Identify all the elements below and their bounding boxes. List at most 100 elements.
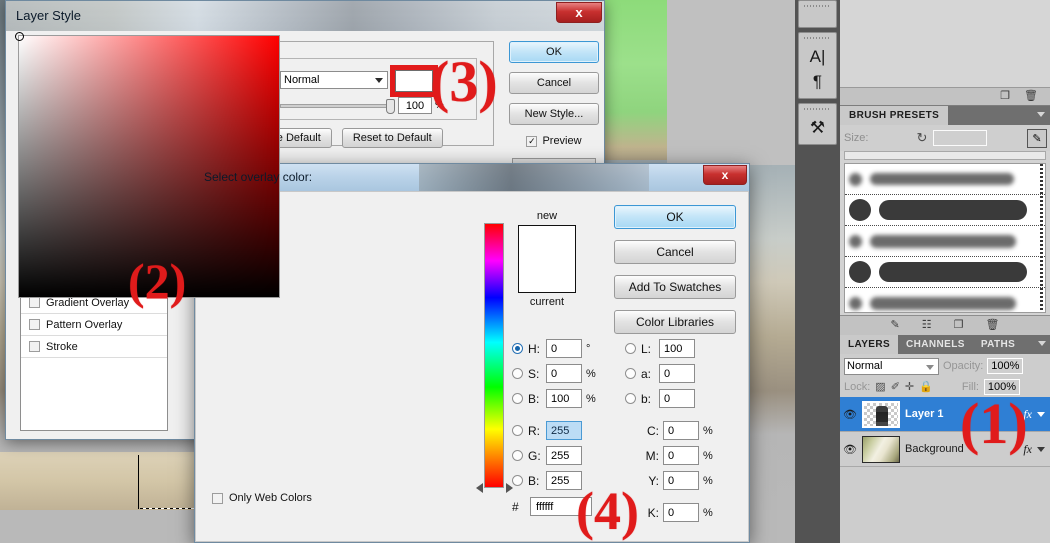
saturation-input[interactable]: 0 [546, 364, 582, 383]
eye-icon[interactable]: 👁 [843, 408, 857, 421]
layers-panel-menu-icon[interactable] [1038, 341, 1046, 346]
lab-a-input[interactable]: 0 [659, 364, 695, 383]
black-input[interactable]: 0 [663, 503, 699, 522]
refresh-icon[interactable]: ↻ [916, 130, 927, 146]
hue-slider[interactable] [484, 223, 504, 488]
add-to-swatches-button[interactable]: Add To Swatches [614, 275, 736, 299]
color-libraries-button[interactable]: Color Libraries [614, 310, 736, 334]
tab-paths[interactable]: PATHS [973, 335, 1023, 354]
radio-brightness[interactable] [512, 393, 523, 404]
layer-thumbnail-content [876, 405, 888, 426]
layer-style-titlebar[interactable]: Layer Style x [6, 1, 604, 31]
brush-presets-list[interactable] [844, 163, 1046, 313]
only-web-colors-row[interactable]: Only Web Colors [212, 492, 312, 504]
checkbox[interactable] [212, 492, 223, 504]
lock-all-icon[interactable]: 🔒 [919, 380, 933, 393]
lab-cmyk-fields: L: 100 a: 0 b: 0 C: 0 % M: 0 % Y: 0 % K:… [625, 336, 713, 525]
cyan-input[interactable]: 0 [663, 421, 699, 440]
opacity-slider-thumb[interactable] [386, 98, 395, 114]
layer-thumbnail[interactable] [862, 435, 900, 463]
rail-grip-icon [804, 36, 831, 41]
chevron-down-icon[interactable] [1037, 447, 1045, 452]
close-icon[interactable]: x [556, 2, 602, 23]
checkbox[interactable] [29, 341, 40, 352]
fx-icon[interactable]: fx [1023, 407, 1032, 422]
yellow-input[interactable]: 0 [663, 471, 699, 490]
color-preview-swatch[interactable] [518, 225, 576, 293]
green-input[interactable]: 255 [546, 446, 582, 465]
delete-brush-icon[interactable]: 🗑 [986, 320, 1000, 331]
tab-layers[interactable]: LAYERS [840, 335, 899, 354]
checkbox[interactable] [29, 319, 40, 330]
toggle-brush-icon[interactable]: ✎ [891, 320, 900, 331]
fx-icon[interactable]: fx [1023, 442, 1032, 457]
preview-row[interactable]: ✓ Preview [509, 135, 599, 147]
brush-list-scrollbar[interactable] [1040, 164, 1043, 312]
list-item[interactable] [845, 226, 1045, 257]
sidebar-item-pattern-overlay[interactable]: Pattern Overlay [21, 314, 167, 336]
list-item[interactable] [845, 257, 1045, 288]
tab-brush-presets[interactable]: BRUSH PRESETS [840, 106, 949, 125]
list-item[interactable] [845, 164, 1045, 195]
opacity-slider[interactable] [280, 98, 395, 114]
radio-lab-b[interactable] [625, 393, 636, 404]
checkbox[interactable] [29, 297, 40, 308]
brush-panel-menu-icon[interactable] [1037, 112, 1045, 117]
saturation-label: S: [528, 366, 540, 381]
tab-channels[interactable]: CHANNELS [898, 335, 973, 354]
list-item[interactable] [845, 288, 1045, 312]
red-input[interactable]: 255 [546, 421, 582, 440]
lock-transparency-icon[interactable]: ▨ [875, 380, 885, 393]
checkbox-checked[interactable]: ✓ [526, 135, 538, 147]
radio-lab-a[interactable] [625, 368, 636, 379]
new-style-button[interactable]: New Style... [509, 103, 599, 125]
table-row[interactable]: 👁 Background fx [840, 432, 1050, 467]
new-page-icon[interactable]: ❐ [1000, 91, 1010, 102]
radio-hue[interactable] [512, 343, 523, 354]
layer-fill-input[interactable]: 100% [983, 378, 1020, 395]
opacity-input[interactable]: 100 [398, 97, 432, 114]
hex-input[interactable]: ffffff [530, 497, 592, 516]
color-field-marker[interactable] [15, 32, 24, 41]
new-brush-icon[interactable]: ❐ [954, 320, 964, 331]
radio-green[interactable] [512, 450, 523, 461]
lock-image-icon[interactable]: ✐ [891, 380, 900, 393]
table-row[interactable]: 👁 Layer 1 fx [840, 397, 1050, 432]
eye-icon[interactable]: 👁 [843, 443, 857, 456]
blend-mode-select[interactable]: Normal [280, 71, 388, 89]
close-icon[interactable]: x [703, 165, 747, 185]
radio-red[interactable] [512, 425, 523, 436]
trash-icon[interactable]: 🗑 [1024, 91, 1038, 102]
radio-lightness[interactable] [625, 343, 636, 354]
hue-slider-bar[interactable] [484, 223, 504, 488]
layer-blend-mode-select[interactable]: Normal [844, 357, 939, 375]
tool-presets-icon[interactable]: ⚒ [799, 115, 836, 140]
list-item[interactable] [845, 195, 1045, 226]
brush-tool-icon[interactable]: ✎ [1027, 129, 1047, 148]
ok-button[interactable]: OK [614, 205, 736, 229]
paragraph-icon[interactable]: ¶ [799, 69, 836, 94]
cancel-button[interactable]: Cancel [509, 72, 599, 94]
overlay-color-swatch[interactable] [395, 70, 433, 92]
magenta-input[interactable]: 0 [663, 446, 699, 465]
layer-thumbnail[interactable] [862, 400, 900, 428]
character-icon[interactable]: A| [799, 44, 836, 69]
saturation-brightness-field[interactable] [15, 32, 280, 298]
ok-button[interactable]: OK [509, 41, 599, 63]
sidebar-item-stroke[interactable]: Stroke [21, 336, 167, 358]
lock-position-icon[interactable]: ✛ [905, 380, 914, 393]
radio-blue[interactable] [512, 475, 523, 486]
brightness-input[interactable]: 100 [546, 389, 582, 408]
reset-to-default-button[interactable]: Reset to Default [341, 128, 443, 148]
layer-opacity-input[interactable]: 100% [987, 358, 1024, 374]
radio-saturation[interactable] [512, 368, 523, 379]
chevron-down-icon[interactable] [1037, 412, 1045, 417]
lab-b-input[interactable]: 0 [659, 389, 695, 408]
lightness-input[interactable]: 100 [659, 339, 695, 358]
brush-size-input[interactable] [933, 130, 988, 146]
brush-size-slider[interactable] [844, 151, 1046, 160]
preset-manager-icon[interactable]: ☷ [922, 320, 932, 331]
hue-input[interactable]: 0 [546, 339, 582, 358]
cancel-button[interactable]: Cancel [614, 240, 736, 264]
blue-input[interactable]: 255 [546, 471, 582, 490]
